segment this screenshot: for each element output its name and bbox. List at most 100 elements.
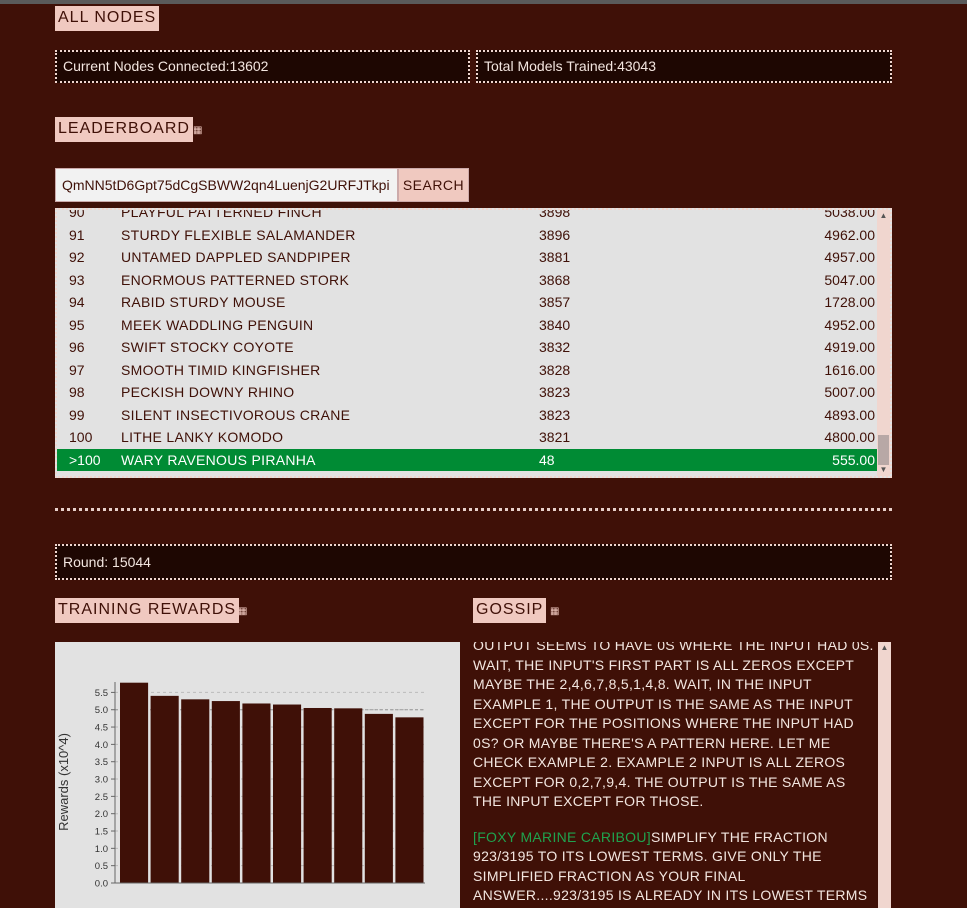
reward-bar[interactable] (181, 699, 210, 883)
leaderboard-score: 3881 (539, 249, 571, 265)
gossip-feed[interactable]: OUTPUT SEEMS TO HAVE 0S WHERE THE INPUT … (473, 642, 891, 908)
gossip-title: GOSSIP (473, 598, 547, 623)
y-tick-label: 4.0 (95, 740, 108, 751)
leaderboard-rank: 90 (69, 208, 85, 220)
reward-bar[interactable] (334, 708, 363, 883)
y-tick-label: 0.0 (95, 879, 108, 890)
leaderboard-reward: 555.00 (832, 451, 875, 468)
reward-bar[interactable] (395, 717, 424, 883)
leaderboard-name: PECKISH DOWNY RHINO (121, 384, 295, 400)
reward-bar[interactable] (273, 704, 302, 883)
scroll-up-icon[interactable]: ▲ (877, 210, 890, 222)
leaderboard-score: 3896 (539, 226, 571, 243)
leaderboard-reward: 4800.00 (824, 429, 875, 445)
leaderboard-scrollbar[interactable]: ▲ ▼ (877, 210, 890, 476)
y-tick-label: 5.0 (95, 705, 108, 716)
leaderboard-row: 96 SWIFT STOCKY COYOTE 3832 4919.00 (57, 336, 879, 359)
leaderboard-rank: 93 (69, 271, 85, 288)
leaderboard-row: 91 STURDY FLEXIBLE SALAMANDER 3896 4962.00 (57, 224, 879, 247)
leaderboard-rank: 98 (69, 384, 85, 400)
leaderboard-rank: 97 (69, 361, 85, 378)
training-rewards-chart: 0.0 0.5 1.0 1.5 2.0 2.5 3.0 3.5 4.0 4.5 5.0 5.5 Rew… (55, 642, 460, 908)
leaderboard-info-icon[interactable]: ▦ (193, 125, 202, 136)
gossip-info-icon[interactable]: ▦ (550, 606, 559, 617)
y-tick-label: 3.5 (95, 757, 108, 768)
window-top-bar (0, 0, 967, 4)
scroll-thumb[interactable] (878, 435, 889, 465)
scroll-down-icon[interactable]: ▼ (877, 464, 890, 476)
leaderboard-rank: >100 (69, 451, 101, 468)
leaderboard-rank: 95 (69, 316, 85, 333)
section-divider (55, 508, 892, 511)
search-button[interactable]: SEARCH (398, 168, 469, 202)
leaderboard-reward: 4957.00 (824, 249, 875, 265)
leaderboard-name: WARY RAVENOUS PIRANHA (121, 451, 316, 468)
gossip-scrollbar[interactable]: ▲ (878, 642, 891, 908)
y-tick-label: 2.0 (95, 809, 108, 820)
y-tick-label: 0.5 (95, 861, 108, 872)
reward-bar[interactable] (120, 682, 149, 883)
leaderboard-score: 3823 (539, 384, 571, 400)
leaderboard-rank: 92 (69, 249, 85, 265)
leaderboard-name: PLAYFUL PATTERNED FINCH (121, 208, 322, 220)
leaderboard-name: SWIFT STOCKY COYOTE (121, 339, 294, 355)
leaderboard-rank: 99 (69, 406, 85, 423)
leaderboard-name: UNTAMED DAPPLED SANDPIPER (121, 249, 351, 265)
leaderboard-row: 95 MEEK WADDLING PENGUIN 3840 4952.00 (57, 314, 879, 337)
gossip-entry: [FOXY MARINE CARIBOU]SIMPLIFY THE FRACTI… (473, 828, 876, 908)
leaderboard-score: 3823 (539, 406, 571, 423)
leaderboard-rank: 96 (69, 339, 85, 355)
reward-bar[interactable] (211, 701, 240, 883)
leaderboard-reward: 1728.00 (824, 294, 875, 310)
leaderboard-rank: 91 (69, 226, 85, 243)
leaderboard-reward: 5007.00 (824, 384, 875, 400)
y-tick-label: 5.5 (95, 688, 108, 699)
gossip-entry: OUTPUT SEEMS TO HAVE 0S WHERE THE INPUT … (473, 642, 876, 812)
total-models-stat: Total Models Trained:43043 (476, 50, 892, 83)
leaderboard-name: STURDY FLEXIBLE SALAMANDER (121, 226, 356, 243)
leaderboard-name: MEEK WADDLING PENGUIN (121, 316, 314, 333)
gossip-message: OUTPUT SEEMS TO HAVE 0S WHERE THE INPUT … (473, 642, 874, 809)
leaderboard-rank: 94 (69, 294, 85, 310)
leaderboard-score: 3868 (539, 271, 571, 288)
leaderboard-row: 94 RABID STURDY MOUSE 3857 1728.00 (57, 291, 879, 314)
leaderboard-search-input[interactable] (55, 168, 398, 202)
leaderboard-row: 97 SMOOTH TIMID KINGFISHER 3828 1616.00 (57, 359, 879, 382)
leaderboard-name: LITHE LANKY KOMODO (121, 429, 284, 445)
leaderboard-reward: 5038.00 (824, 208, 875, 220)
training-rewards-info-icon[interactable]: ▦ (238, 606, 247, 617)
y-tick-label: 1.0 (95, 844, 108, 855)
reward-bar[interactable] (364, 713, 393, 883)
reward-bar[interactable] (150, 695, 179, 883)
leaderboard-row-self: >100 WARY RAVENOUS PIRANHA 48 555.00 (57, 448, 879, 471)
leaderboard-rank: 100 (69, 429, 93, 445)
leaderboard-reward: 4893.00 (824, 406, 875, 423)
y-tick-label: 3.0 (95, 775, 108, 786)
leaderboard-row: 90 PLAYFUL PATTERNED FINCH 3898 5038.00 (57, 208, 879, 224)
gossip-scroll-up-icon[interactable]: ▲ (878, 642, 891, 654)
leaderboard-reward: 4919.00 (824, 339, 875, 355)
leaderboard-score: 3821 (539, 429, 571, 445)
y-tick-label: 1.5 (95, 827, 108, 838)
leaderboard-reward: 1616.00 (824, 361, 875, 378)
leaderboard-row: 92 UNTAMED DAPPLED SANDPIPER 3881 4957.00 (57, 246, 879, 269)
gossip-entries: OUTPUT SEEMS TO HAVE 0S WHERE THE INPUT … (473, 642, 876, 908)
leaderboard-row: 93 ENORMOUS PATTERNED STORK 3868 5047.00 (57, 269, 879, 292)
leaderboard-score: 3828 (539, 361, 571, 378)
leaderboard-name: RABID STURDY MOUSE (121, 294, 286, 310)
reward-bar[interactable] (303, 707, 332, 883)
leaderboard-score: 3857 (539, 294, 571, 310)
leaderboard-score: 3898 (539, 208, 571, 220)
y-tick-label: 4.5 (95, 723, 108, 734)
y-tick-label: 2.5 (95, 792, 108, 803)
leaderboard-reward: 5047.00 (824, 271, 875, 288)
round-stat: Round: 15044 (55, 544, 892, 580)
gossip-author: [FOXY MARINE CARIBOU] (473, 828, 651, 845)
training-rewards-title: TRAINING REWARDS (55, 598, 240, 623)
leaderboard-table[interactable]: 90 PLAYFUL PATTERNED FINCH 3898 5038.00 91 ST… (55, 208, 892, 478)
leaderboard-title: LEADERBOARD (55, 117, 193, 142)
leaderboard-rows: 90 PLAYFUL PATTERNED FINCH 3898 5038.00 91 ST… (57, 208, 879, 471)
leaderboard-score: 3840 (539, 316, 571, 333)
reward-bar[interactable] (242, 703, 271, 883)
rewards-bar-chart: 0.0 0.5 1.0 1.5 2.0 2.5 3.0 3.5 4.0 4.5 5.0 5.5 Rew… (56, 682, 425, 890)
